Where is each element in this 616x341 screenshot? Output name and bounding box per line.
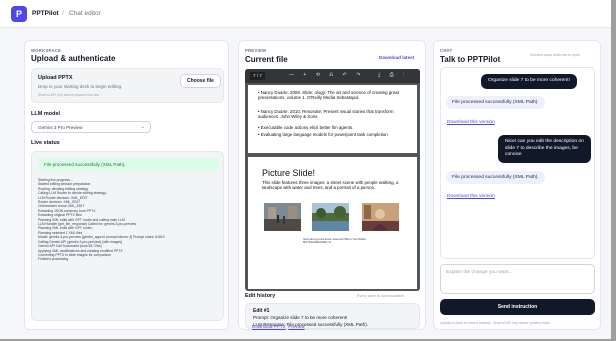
slide-page-picture: Picture Slide! This slide features three…: [248, 157, 417, 289]
workspace-panel: WORKSPACE Upload & authenticate Upload P…: [24, 40, 229, 330]
top-bar-field[interactable]: [508, 9, 586, 21]
page-indicator[interactable]: 7 / 7: [250, 72, 265, 80]
viewer-toolbar: 7 / 7 — + ⟲ ⎌ ↶ ↷ ⤓ ⎙ ⋮: [245, 69, 420, 83]
chat-eyebrow: CHAT: [440, 48, 453, 53]
model-select[interactable]: Gemini 3 Pro Preview ⌄: [31, 121, 151, 133]
portrait-image: [362, 203, 399, 231]
chat-session-note: Session stays while tab is open: [530, 53, 580, 57]
top-bar: P PPTPilot / Chat editor: [0, 0, 611, 28]
instruction-input[interactable]: Explain the change you want...: [440, 264, 595, 294]
logo-icon: P: [11, 6, 27, 22]
download-latest-link[interactable]: Download latest: [379, 55, 414, 60]
reference-item: • Nancy Duarte. 2008. Slide: ology: The …: [258, 90, 399, 100]
edit-history-title: Edit history: [245, 293, 276, 299]
edit-item-title: Edit #1: [253, 308, 270, 314]
download-print-menu-icons[interactable]: ⤓ ⎙ ⋮: [378, 72, 408, 78]
slide-description: This slide features three images: a stre…: [262, 180, 399, 190]
live-status-box: File processed successfully (XML Path). …: [31, 151, 224, 321]
choose-file-button[interactable]: Choose file: [180, 74, 221, 88]
chevron-down-icon: ⌄: [140, 124, 145, 130]
download-version-link[interactable]: Download this version: [447, 120, 495, 125]
slide-caption: https://anonymous.4open.science/r/Talk-t…: [303, 238, 367, 245]
instruction-placeholder: Explain the change you want...: [446, 270, 513, 275]
log-line: Finished processing: [38, 257, 69, 262]
landscape-image: [312, 203, 349, 231]
edit-prompt-text: Organize slide 7 to be more coherent!: [270, 315, 348, 320]
upload-dropzone[interactable]: Upload PPTX Drop in your starting deck t…: [31, 68, 224, 103]
upload-note: Shared API key above powers this tab.: [38, 93, 100, 97]
pdf-viewer[interactable]: 7 / 7 — + ⟲ ⎌ ↶ ↷ ⤓ ⎙ ⋮ • Nancy Duarte. …: [245, 69, 420, 291]
assistant-message: File processed successfully (XML Path).: [446, 96, 545, 109]
app-window: P PPTPilot / Chat editor WORKSPACE Uploa…: [0, 0, 611, 339]
chat-title: Talk to PPTPilot: [440, 55, 501, 64]
user-message: Nice! can you edit the description on sl…: [498, 135, 591, 163]
preview-link[interactable]: Preview: [288, 324, 304, 329]
chat-footer-note: Upload a deck to start a session. Shared…: [440, 321, 551, 325]
edit-prompt: Prompt: Organize slide 7 to be more cohe…: [253, 315, 347, 320]
reference-item: • Executable code actions elicit better …: [258, 125, 354, 130]
upload-subtitle: Drop in your starting deck to begin edit…: [38, 84, 123, 89]
chat-transcript[interactable]: Organize slide 7 to be more coherent! Fi…: [440, 67, 595, 259]
edit-prompt-label: Prompt:: [253, 315, 270, 320]
brand-name[interactable]: PPTPilot: [32, 10, 59, 17]
model-select-value: Gemini 3 Pro Preview: [38, 125, 83, 130]
street-scene-image: [264, 203, 301, 231]
slide-title: Picture Slide!: [262, 168, 316, 178]
status-success-banner: File processed successfully (XML Path).: [38, 158, 219, 171]
zoom-controls[interactable]: — + ⟲ ⎌ ↶ ↷: [289, 72, 364, 78]
workspace-eyebrow: WORKSPACE: [31, 48, 62, 53]
reference-item: • Evaluating large language models for p…: [258, 132, 388, 137]
user-message: Organize slide 7 to be more coherent!: [481, 74, 577, 89]
preview-title: Current file: [245, 55, 288, 64]
reference-item: • Nancy Duarte. 2010. Resonate: Present …: [258, 109, 394, 119]
download-version-link[interactable]: Download this version: [447, 194, 495, 199]
download-pptx-link[interactable]: Download PPTX: [252, 324, 286, 329]
slide-page-references: • Nancy Duarte. 2008. Slide: ology: The …: [248, 85, 417, 153]
edit-actions: Download PPTX Preview: [252, 324, 305, 329]
preview-eyebrow: PREVIEW: [245, 48, 267, 53]
live-status-label: Live status: [31, 140, 60, 146]
status-log: Starting live progress... Started editin…: [38, 178, 218, 262]
assistant-message: File processed successfully (XML Path).: [446, 171, 545, 184]
model-label: LLM model: [31, 111, 61, 117]
chat-panel: CHAT Talk to PPTPilot Session stays whil…: [433, 40, 601, 330]
send-instruction-button[interactable]: Send instruction: [440, 299, 595, 315]
breadcrumb-separator: /: [62, 10, 64, 17]
upload-title: Upload PPTX: [38, 75, 73, 81]
preview-panel: PREVIEW Current file Download latest 7 /…: [238, 40, 426, 330]
breadcrumb-current: Chat editor: [69, 10, 101, 17]
edit-history-note: Every save is downloadable: [357, 294, 405, 298]
workspace-title: Upload & authenticate: [31, 54, 116, 63]
